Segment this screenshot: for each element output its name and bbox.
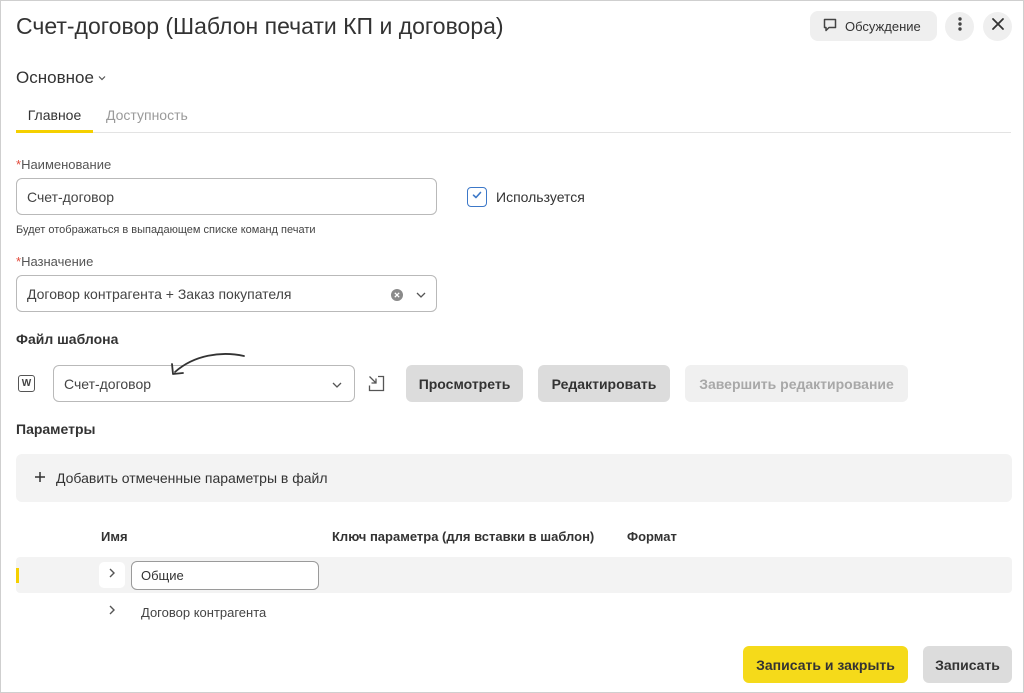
column-header-format[interactable]: Формат: [627, 529, 677, 544]
tab-main[interactable]: Главное: [16, 107, 93, 133]
row-name-value: Общие: [141, 568, 184, 583]
add-params-label: Добавить отмеченные параметры в файл: [56, 470, 328, 486]
name-label: *Наименование: [16, 157, 111, 172]
add-params-button[interactable]: Добавить отмеченные параметры в файл: [16, 454, 1012, 502]
chevron-right-icon: [107, 603, 117, 621]
column-header-name[interactable]: Имя: [101, 529, 128, 544]
table-row[interactable]: Договор контрагента: [141, 605, 266, 620]
chevron-down-icon: [97, 68, 107, 88]
column-header-key[interactable]: Ключ параметра (для вставки в шаблон): [332, 529, 594, 544]
purpose-label-text: Назначение: [21, 254, 94, 269]
finish-edit-button[interactable]: Завершить редактирование: [685, 365, 908, 402]
discussion-button[interactable]: Обсуждение: [810, 11, 937, 41]
section-dropdown[interactable]: Основное: [16, 68, 107, 88]
open-file-icon[interactable]: [367, 374, 386, 398]
file-type-glyph: W: [21, 378, 32, 389]
more-menu-button[interactable]: [945, 12, 974, 41]
preview-button[interactable]: Просмотреть: [406, 365, 523, 402]
tab-access[interactable]: Доступность: [106, 107, 188, 123]
word-file-icon: W: [18, 375, 35, 392]
chevron-down-icon[interactable]: [331, 378, 343, 394]
close-button[interactable]: [983, 12, 1012, 41]
name-input-value: Счет-договор: [27, 188, 115, 205]
clear-icon[interactable]: [391, 288, 403, 304]
expand-row-button[interactable]: [99, 599, 125, 625]
purpose-select[interactable]: Договор контрагента + Заказ покупателя: [16, 275, 437, 312]
used-label: Используется: [496, 189, 585, 205]
tab-bar: Главное Доступность: [16, 99, 1011, 133]
save-and-close-button[interactable]: Записать и закрыть: [743, 646, 908, 683]
purpose-label: *Назначение: [16, 254, 93, 269]
section-title: Основное: [16, 68, 94, 87]
params-label: Параметры: [16, 421, 96, 437]
expand-row-button[interactable]: [99, 562, 125, 588]
template-file-value: Счет-договор: [64, 375, 152, 392]
window-title: Счет-договор (Шаблон печати КП и договор…: [16, 13, 504, 39]
name-label-text: Наименование: [21, 157, 112, 172]
used-checkbox[interactable]: [467, 187, 487, 207]
plus-icon: [34, 470, 46, 486]
chevron-right-icon: [107, 566, 117, 584]
discussion-label: Обсуждение: [845, 18, 921, 34]
name-input[interactable]: Счет-договор: [16, 178, 437, 215]
chevron-down-icon[interactable]: [415, 288, 427, 304]
purpose-select-value: Договор контрагента + Заказ покупателя: [27, 285, 292, 302]
row-selection-marker: [16, 568, 19, 583]
close-icon: [991, 17, 1005, 36]
chat-icon: [822, 17, 838, 36]
save-button[interactable]: Записать: [923, 646, 1012, 683]
checkmark-icon: [471, 188, 483, 206]
hint-arrow-icon: [171, 353, 245, 375]
row-name-input[interactable]: Общие: [131, 561, 319, 590]
more-vertical-icon: [953, 16, 967, 37]
template-file-label: Файл шаблона: [16, 331, 119, 347]
dialog-window: Счет-договор (Шаблон печати КП и договор…: [0, 0, 1024, 693]
edit-button[interactable]: Редактировать: [538, 365, 670, 402]
name-hint: Будет отображаться в выпадающем списке к…: [16, 224, 316, 236]
